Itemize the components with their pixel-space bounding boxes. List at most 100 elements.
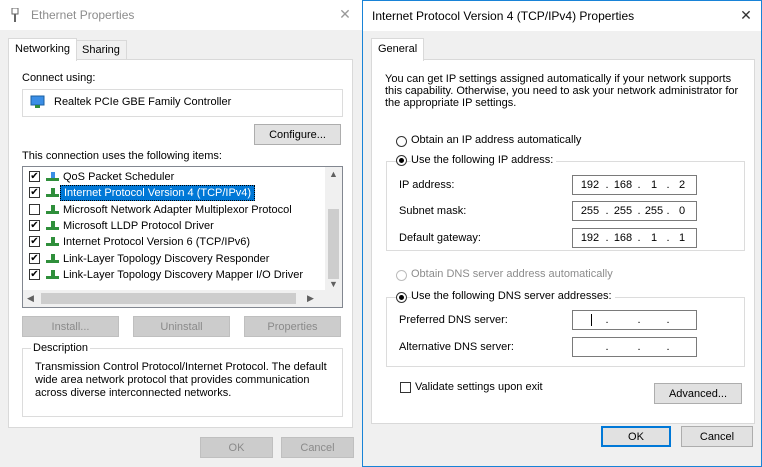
scheduler-icon <box>46 172 59 181</box>
title-bar: Internet Protocol Version 4 (TCP/IPv4) P… <box>363 1 761 31</box>
list-item-label: Microsoft Network Adapter Multiplexor Pr… <box>63 203 292 216</box>
default-gateway-field[interactable]: 192. 168. 1. 1 <box>572 228 697 248</box>
ip-octet-4[interactable]: 2 <box>669 179 695 191</box>
install-button[interactable]: Install... <box>22 316 119 337</box>
network-protocol-icon <box>46 253 59 263</box>
validate-label[interactable]: Validate settings upon exit <box>415 381 543 393</box>
hscroll-thumb[interactable] <box>41 293 296 304</box>
gw-octet-1[interactable]: 192 <box>577 232 603 244</box>
item-checkbox[interactable]: ✔ <box>29 252 40 264</box>
ip-octet-3[interactable]: 1 <box>641 179 667 191</box>
use-following-dns-radio[interactable] <box>396 292 407 303</box>
general-panel: You can get IP settings assigned automat… <box>371 59 755 424</box>
item-checkbox[interactable]: ✔ <box>29 268 40 280</box>
item-checkbox[interactable] <box>29 203 40 215</box>
mask-octet-2[interactable]: 255 <box>610 205 636 217</box>
ok-button[interactable]: OK <box>200 437 273 458</box>
ip-address-field[interactable]: 192. 168. 1. 2 <box>572 175 697 195</box>
gw-octet-4[interactable]: 1 <box>669 232 695 244</box>
adapter-name: Realtek PCIe GBE Family Controller <box>54 96 232 108</box>
network-adapter-icon <box>11 8 19 22</box>
close-icon[interactable]: ✕ <box>334 4 356 24</box>
list-item[interactable]: ✔ Link-Layer Topology Discovery Responder <box>23 251 324 267</box>
ethernet-properties-window: Ethernet Properties ✕ Networking Sharing… <box>0 0 363 467</box>
item-checkbox[interactable]: ✔ <box>29 171 40 182</box>
items-label: This connection uses the following items… <box>22 150 222 162</box>
description-label: Description <box>31 342 91 354</box>
network-protocol-icon <box>46 269 59 279</box>
tab-networking[interactable]: Networking <box>8 38 78 61</box>
cancel-button[interactable]: Cancel <box>281 437 354 458</box>
ip-address-label: IP address: <box>399 179 455 191</box>
mask-octet-4[interactable]: 0 <box>669 205 695 217</box>
ipv4-properties-window: Internet Protocol Version 4 (TCP/IPv4) P… <box>362 0 762 467</box>
components-list[interactable]: ✔ QoS Packet Scheduler ✔ Internet Protocol … <box>22 166 343 308</box>
obtain-ip-auto-label[interactable]: Obtain an IP address automatically <box>411 134 581 146</box>
subnet-mask-label: Subnet mask: <box>399 205 467 217</box>
intro-text: You can get IP settings assigned automat… <box>385 73 739 109</box>
use-following-dns-label[interactable]: Use the following DNS server addresses: <box>411 290 615 302</box>
adapter-box: Realtek PCIe GBE Family Controller <box>22 89 343 117</box>
list-item-label: Internet Protocol Version 4 (TCP/IPv4) <box>60 185 256 202</box>
configure-button[interactable]: Configure... <box>254 124 341 145</box>
close-icon[interactable]: ✕ <box>735 5 757 25</box>
list-item[interactable]: ✔ Internet Protocol Version 4 (TCP/IPv4) <box>23 185 324 202</box>
text-cursor <box>591 314 592 326</box>
horizontal-scrollbar[interactable]: ◀ ▶ <box>23 290 342 307</box>
description-text: Transmission Control Protocol/Internet P… <box>35 361 327 399</box>
mask-octet-3[interactable]: 255 <box>641 205 667 217</box>
subnet-mask-field[interactable]: 255. 255. 255. 0 <box>572 201 697 221</box>
list-item-label: Internet Protocol Version 6 (TCP/IPv6) <box>63 236 251 249</box>
item-checkbox[interactable]: ✔ <box>29 187 40 199</box>
vertical-scrollbar[interactable]: ▲ ▼ <box>325 167 342 290</box>
list-item-label: Link-Layer Topology Discovery Responder <box>63 252 270 265</box>
list-item[interactable]: ✔ Microsoft LLDP Protocol Driver <box>23 218 324 234</box>
mask-octet-1[interactable]: 255 <box>577 205 603 217</box>
gw-octet-3[interactable]: 1 <box>641 232 667 244</box>
alternative-dns-field[interactable]: ... <box>572 337 697 357</box>
list-item-label: QoS Packet Scheduler <box>63 171 175 183</box>
network-protocol-icon <box>46 237 59 247</box>
obtain-dns-auto-label[interactable]: Obtain DNS server address automatically <box>411 268 613 280</box>
network-protocol-icon <box>46 188 59 198</box>
preferred-dns-label: Preferred DNS server: <box>399 314 508 326</box>
connect-using-label: Connect using: <box>22 72 96 84</box>
item-checkbox[interactable]: ✔ <box>29 236 40 248</box>
ip-octet-2[interactable]: 168 <box>610 179 636 191</box>
default-gateway-label: Default gateway: <box>399 232 481 244</box>
title-bar: Ethernet Properties ✕ <box>0 0 362 30</box>
description-group: Description Transmission Control Protoco… <box>22 342 343 417</box>
window-title: Ethernet Properties <box>31 8 135 22</box>
properties-button[interactable]: Properties <box>244 316 341 337</box>
list-item[interactable]: Microsoft Network Adapter Multiplexor Pr… <box>23 202 324 218</box>
advanced-button[interactable]: Advanced... <box>654 383 742 404</box>
item-checkbox[interactable]: ✔ <box>29 219 40 231</box>
obtain-ip-auto-radio[interactable] <box>396 136 407 147</box>
ok-button[interactable]: OK <box>601 426 671 447</box>
network-protocol-icon <box>46 220 59 230</box>
scroll-up-icon[interactable]: ▲ <box>329 169 338 179</box>
network-protocol-icon <box>46 204 59 214</box>
scroll-right-icon[interactable]: ▶ <box>307 293 314 304</box>
tab-general[interactable]: General <box>371 38 425 61</box>
list-item[interactable]: ✔ QoS Packet Scheduler <box>23 169 324 185</box>
list-item[interactable]: ✔ Link-Layer Topology Discovery Mapper I/… <box>23 267 324 283</box>
alternative-dns-label: Alternative DNS server: <box>399 341 514 353</box>
use-following-ip-radio[interactable] <box>396 155 407 166</box>
network-adapter-icon <box>30 95 45 108</box>
obtain-dns-auto-radio[interactable] <box>396 270 407 281</box>
use-following-ip-label[interactable]: Use the following IP address: <box>411 154 557 166</box>
list-item-label: Link-Layer Topology Discovery Mapper I/O… <box>63 268 304 281</box>
cancel-button[interactable]: Cancel <box>681 426 753 447</box>
scroll-left-icon[interactable]: ◀ <box>27 293 34 304</box>
gw-octet-2[interactable]: 168 <box>610 232 636 244</box>
validate-checkbox[interactable] <box>400 382 411 393</box>
scroll-down-icon[interactable]: ▼ <box>329 279 338 289</box>
window-title: Internet Protocol Version 4 (TCP/IPv4) P… <box>372 9 635 23</box>
scroll-thumb[interactable] <box>328 209 339 279</box>
preferred-dns-field[interactable]: ... <box>572 310 697 330</box>
uninstall-button[interactable]: Uninstall <box>133 316 230 337</box>
list-item[interactable]: ✔ Internet Protocol Version 6 (TCP/IPv6) <box>23 234 324 250</box>
ip-octet-1[interactable]: 192 <box>577 179 603 191</box>
tab-sharing[interactable]: Sharing <box>75 40 127 60</box>
